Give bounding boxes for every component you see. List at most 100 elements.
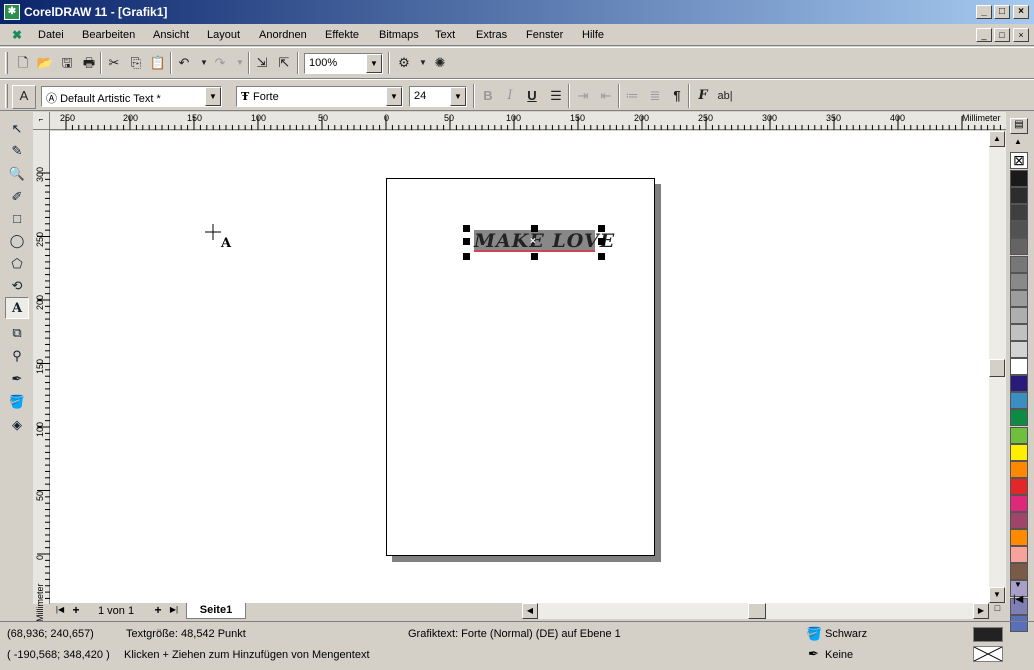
selection-handle[interactable] (598, 238, 605, 245)
fill-tool-icon[interactable]: 🪣 (5, 391, 29, 413)
scroll-thumb[interactable] (748, 603, 766, 619)
scroll-down-icon[interactable]: ▼ (989, 587, 1005, 603)
scroll-up-icon[interactable]: ▲ (989, 131, 1005, 147)
bold-button[interactable]: B (478, 86, 498, 106)
text-tool-icon[interactable]: A (5, 297, 29, 319)
chevron-down-icon[interactable]: ▼ (205, 87, 221, 106)
format-text-icon[interactable]: F (693, 86, 713, 106)
fill-color-swatch[interactable] (973, 627, 1003, 642)
palette-scroll-up-icon[interactable]: ▲ (1014, 137, 1022, 146)
menu-bearbeiten[interactable]: Bearbeiten (82, 29, 135, 41)
corel-online-icon[interactable]: ✺ (430, 53, 450, 73)
no-color-swatch[interactable]: ⊠ (1010, 152, 1028, 169)
bullet-list-icon[interactable]: ≔ (622, 86, 642, 106)
menu-extras[interactable]: Extras (476, 29, 507, 41)
new-document-icon[interactable]: 🗋 (13, 53, 33, 73)
color-swatch[interactable] (1010, 221, 1028, 239)
export-icon[interactable]: ⇱ (274, 53, 294, 73)
eyedropper-tool-icon[interactable]: ⚲ (5, 345, 29, 367)
color-swatch[interactable] (1010, 306, 1028, 324)
scroll-thumb[interactable] (989, 359, 1005, 377)
basic-shapes-tool-icon[interactable]: ⟲ (5, 275, 29, 297)
toolbar-grip[interactable] (5, 84, 8, 108)
color-swatch[interactable] (1010, 409, 1028, 427)
outline-tool-icon[interactable]: ✒ (5, 368, 29, 390)
font-size-combo[interactable]: 24 ▼ (409, 86, 467, 107)
selection-handle[interactable] (531, 253, 538, 260)
ellipse-tool-icon[interactable]: ◯ (5, 230, 29, 252)
scroll-left-icon[interactable]: ◀ (522, 603, 538, 619)
chevron-down-icon[interactable]: ▼ (366, 54, 382, 73)
text-presets-icon[interactable]: A (12, 85, 36, 109)
horizontal-scrollbar[interactable]: ◀ ▶ (522, 603, 989, 619)
paste-icon[interactable]: 📋 (148, 53, 168, 73)
interactive-fill-tool-icon[interactable]: ◈ (5, 414, 29, 436)
tab-seite1[interactable]: Seite1 (186, 603, 246, 619)
selection-handle[interactable] (463, 225, 470, 232)
chevron-down-icon[interactable]: ▼ (450, 87, 466, 106)
edit-text-icon[interactable]: ab| (714, 86, 736, 106)
menu-fenster[interactable]: Fenster (526, 29, 563, 41)
navigator-icon[interactable]: □ (989, 603, 1006, 619)
rectangle-tool-icon[interactable]: □ (5, 208, 29, 230)
color-swatch[interactable] (1010, 563, 1028, 581)
outline-none-swatch[interactable] (973, 646, 1003, 662)
color-swatch[interactable] (1010, 546, 1028, 564)
redo-icon[interactable]: ↷ (210, 53, 230, 73)
add-page-before-icon[interactable]: + (68, 603, 84, 619)
redo-dropdown-icon[interactable]: ▼ (230, 53, 250, 73)
menu-layout[interactable]: Layout (207, 29, 240, 41)
menu-bitmaps[interactable]: Bitmaps (379, 29, 419, 41)
palette-scroll-down-icon[interactable]: ▼ (1014, 580, 1022, 589)
color-swatch[interactable] (1010, 426, 1028, 444)
color-swatch[interactable] (1010, 272, 1028, 290)
doc-restore-button[interactable]: □ (994, 28, 1010, 42)
color-swatch[interactable] (1010, 494, 1028, 512)
vertical-ruler[interactable]: 300 250 200 150 100 50 0 Millimeter (33, 130, 50, 622)
print-icon[interactable]: 🖶 (79, 53, 99, 73)
add-page-after-icon[interactable]: + (150, 603, 166, 619)
zoom-tool-icon[interactable]: 🔍 (5, 163, 29, 185)
color-swatch[interactable] (1010, 477, 1028, 495)
selection-handle[interactable] (598, 225, 605, 232)
interactive-blend-tool-icon[interactable]: ⧉ (5, 322, 29, 344)
minimize-button[interactable]: _ (976, 5, 992, 19)
save-icon[interactable]: 🖫 (57, 53, 77, 73)
maximize-button[interactable]: □ (994, 5, 1010, 19)
color-swatch[interactable] (1010, 529, 1028, 547)
polygon-tool-icon[interactable]: ⬠ (5, 253, 29, 275)
color-swatch[interactable] (1010, 289, 1028, 307)
color-swatch[interactable] (1010, 187, 1028, 205)
first-page-icon[interactable]: |◀ (52, 603, 68, 619)
decrease-indent-icon[interactable]: ⇤ (596, 86, 616, 106)
coreldraw-app-icon[interactable]: ✱ (4, 4, 20, 20)
toolbar-grip[interactable] (5, 52, 8, 74)
chevron-down-icon[interactable]: ▼ (386, 87, 402, 106)
increase-indent-icon[interactable]: ⇥ (573, 86, 593, 106)
menu-datei[interactable]: Datei (38, 29, 64, 41)
color-swatch[interactable] (1010, 512, 1028, 529)
color-swatch[interactable] (1010, 170, 1028, 187)
font-list-combo[interactable]: Ŧ Forte ▼ (236, 86, 403, 107)
style-list-combo[interactable]: Ⓐ Default Artistic Text * ▼ (41, 86, 222, 107)
application-launcher-icon[interactable]: ⚙ (394, 53, 414, 73)
open-icon[interactable]: 📂 (35, 53, 55, 73)
selection-handle[interactable] (463, 253, 470, 260)
ruler-origin-icon[interactable]: ⌐ (33, 112, 50, 130)
color-swatch[interactable] (1010, 323, 1028, 341)
color-swatch[interactable] (1010, 358, 1028, 376)
selection-handle[interactable] (463, 238, 470, 245)
menu-ansicht[interactable]: Ansicht (153, 29, 189, 41)
underline-button[interactable]: U (522, 86, 542, 106)
menu-anordnen[interactable]: Anordnen (259, 29, 307, 41)
pick-tool-icon[interactable]: ↖ (5, 118, 29, 140)
zoom-level-combo[interactable]: 100% ▼ (304, 53, 383, 74)
selection-handle[interactable] (531, 225, 538, 232)
color-swatch[interactable] (1010, 392, 1028, 410)
cut-icon[interactable]: ✂ (104, 53, 124, 73)
vertical-scrollbar[interactable]: ▲ ▼ (989, 131, 1006, 603)
selection-handle[interactable] (598, 253, 605, 260)
color-swatch[interactable] (1010, 238, 1028, 256)
color-swatch[interactable] (1010, 443, 1028, 461)
color-swatch[interactable] (1010, 460, 1028, 478)
